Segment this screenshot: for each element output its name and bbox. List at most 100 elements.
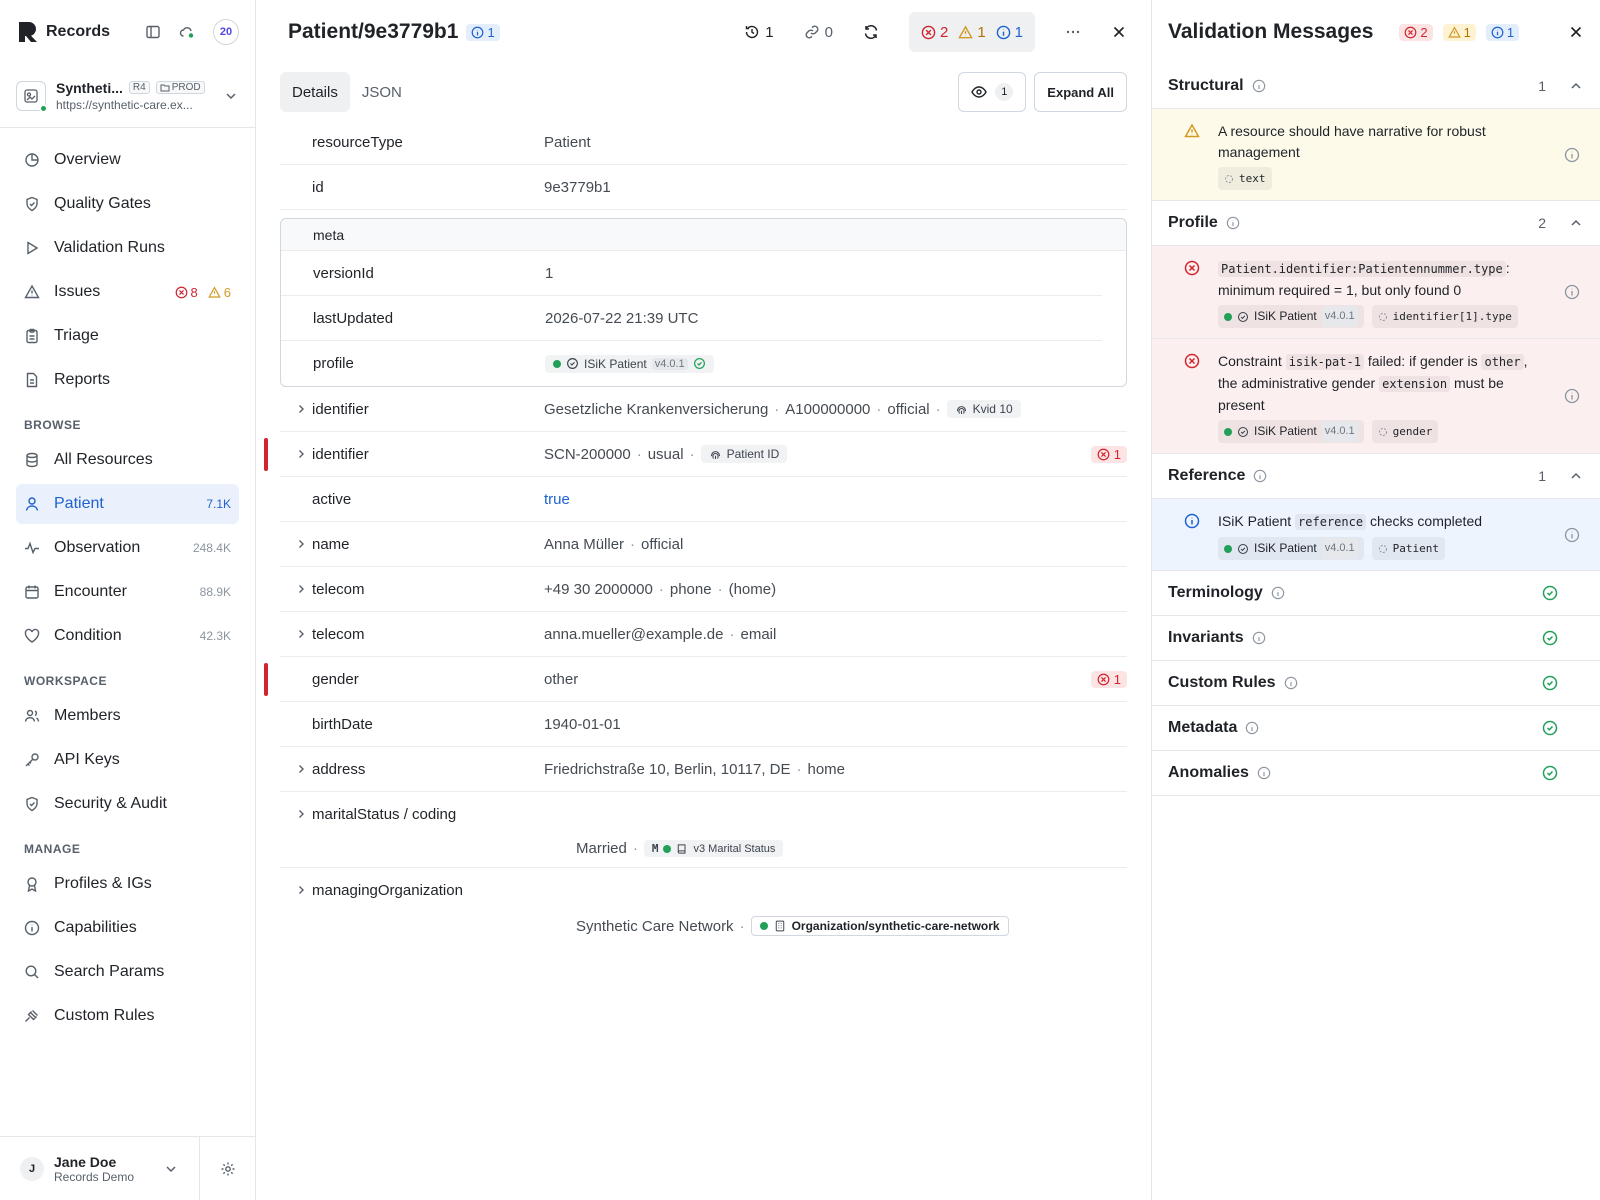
group-anomalies[interactable]: Anomalies <box>1152 751 1600 796</box>
tab-details[interactable]: Details <box>280 72 350 112</box>
nav-label: Members <box>54 707 121 724</box>
notification-count-badge[interactable]: 20 <box>213 19 239 45</box>
close-icon[interactable] <box>1568 24 1584 40</box>
field-row-address[interactable]: address Friedrichstraße 10, Berlin, 10117… <box>280 747 1127 792</box>
field-row-maritalstatus[interactable]: maritalStatus / coding Married · Mv3 Mari… <box>280 792 1127 868</box>
field-row-telecom[interactable]: telecom anna.mueller@example.de · email <box>280 612 1127 657</box>
reference-link[interactable]: Organization/synthetic-care-network <box>750 916 1009 936</box>
page-title: Patient/9e3779b1 <box>288 20 459 43</box>
profile-version: v4.0.1 <box>1321 538 1358 559</box>
info-icon[interactable] <box>1564 147 1580 163</box>
nav-reports[interactable]: Reports <box>16 360 239 400</box>
error-icon <box>921 25 936 39</box>
nav-condition[interactable]: Condition 42.3K <box>16 616 239 656</box>
field-value: 1 <box>545 264 554 282</box>
identifier-use: official <box>887 400 930 418</box>
sidebar-toggle-icon[interactable] <box>145 24 161 40</box>
resource-count: 88.9K <box>199 585 231 599</box>
nav-members[interactable]: Members <box>16 696 239 736</box>
nav-observation[interactable]: Observation 248.4K <box>16 528 239 568</box>
message-code: Patient.identifier:Patientennummer.type <box>1218 261 1506 277</box>
nav-security-audit[interactable]: Security & Audit <box>16 784 239 824</box>
field-error-badge[interactable]: 1 <box>1090 670 1127 688</box>
nav-profiles-igs[interactable]: Profiles & IGs <box>16 864 239 904</box>
group-custom-rules[interactable]: Custom Rules <box>1152 661 1600 706</box>
nav-api-keys[interactable]: API Keys <box>16 740 239 780</box>
resource-count: 248.4K <box>192 541 231 555</box>
nav-overview[interactable]: Overview <box>16 140 239 180</box>
nav-label: All Resources <box>54 451 153 468</box>
gear-icon[interactable] <box>220 1161 236 1177</box>
path-icon <box>1225 174 1233 183</box>
chevron-right-icon <box>299 540 304 548</box>
validation-message[interactable]: Constraint isik-pat-1 failed: if gender … <box>1152 338 1600 453</box>
info-icon <box>1252 631 1265 645</box>
panel-error-badge[interactable]: 2 <box>1399 23 1433 41</box>
field-value: anna.mueller@example.de <box>544 625 724 643</box>
telecom-use: (home) <box>728 580 777 598</box>
workspace-switcher[interactable]: Syntheti... R4 PROD https://synthetic-care… <box>0 64 255 128</box>
nav-capabilities[interactable]: Capabilities <box>16 908 239 948</box>
profile-version: v4.0.1 <box>651 357 688 370</box>
identifier-system: Gesetzliche Krankenversicherung <box>544 400 769 418</box>
heart-icon <box>24 628 40 643</box>
field-row-identifier[interactable]: identifier Gesetzliche Krankenversicheru… <box>280 387 1127 432</box>
field-row-managingorganization[interactable]: managingOrganization Synthetic Care Netw… <box>280 868 1127 946</box>
nav-all-resources[interactable]: All Resources <box>16 440 239 480</box>
refresh-icon[interactable] <box>863 24 879 40</box>
view-toggle-button[interactable]: 1 <box>958 72 1027 112</box>
nav-issues[interactable]: Issues 8 6 <box>16 272 239 312</box>
info-badge[interactable]: 1 <box>466 23 500 41</box>
validation-message[interactable]: A resource should have narrative for rob… <box>1152 108 1600 200</box>
group-header[interactable]: Reference 1 <box>1152 454 1600 498</box>
info-icon[interactable] <box>1564 284 1580 300</box>
book-icon <box>678 843 686 854</box>
group-profile: Profile 2 Patient.identifier:Patientennum… <box>1152 201 1600 454</box>
cloud-status-icon[interactable] <box>179 24 195 40</box>
info-icon[interactable] <box>1564 527 1580 543</box>
logo[interactable]: Records <box>16 20 110 44</box>
coding-chip[interactable]: Mv3 Marital Status <box>643 840 784 857</box>
nav-validation-runs[interactable]: Validation Runs <box>16 228 239 268</box>
group-invariants[interactable]: Invariants <box>1152 616 1600 661</box>
profile-name: ISiK Patient <box>584 356 647 371</box>
error-icon <box>1097 673 1110 685</box>
panel-info-badge[interactable]: 1 <box>1485 23 1520 41</box>
group-terminology[interactable]: Terminology <box>1152 571 1600 616</box>
field-value: other <box>544 670 579 688</box>
field-row-name[interactable]: name Anna Müller · official <box>280 522 1127 567</box>
panel-title: Validation Messages <box>1168 20 1374 43</box>
error-icon <box>1184 260 1200 276</box>
info-icon <box>1271 586 1285 600</box>
nav-quality-gates[interactable]: Quality Gates <box>16 184 239 224</box>
close-icon[interactable] <box>1111 24 1127 40</box>
field-key: identifier <box>312 445 369 463</box>
nav-encounter[interactable]: Encounter 88.9K <box>16 572 239 612</box>
expand-all-button[interactable]: Expand All <box>1034 72 1127 112</box>
nav-custom-rules[interactable]: Custom Rules <box>16 996 239 1036</box>
group-metadata[interactable]: Metadata <box>1152 706 1600 751</box>
profile-chip[interactable]: ISiK Patient v4.0.1 <box>545 354 714 373</box>
field-row-identifier[interactable]: identifier SCN-200000 · usual · Patient ID … <box>264 432 1127 477</box>
history-button[interactable]: 1 <box>744 24 774 41</box>
nav-triage[interactable]: Triage <box>16 316 239 356</box>
group-label: Custom Rules <box>1168 674 1276 691</box>
nav-search-params[interactable]: Search Params <box>16 952 239 992</box>
panel-warning-badge[interactable]: 1 <box>1442 23 1476 41</box>
more-options-icon[interactable] <box>1065 24 1081 40</box>
field-value: 9e3779b1 <box>544 178 611 196</box>
group-header[interactable]: Structural 1 <box>1152 64 1600 108</box>
field-value: Anna Müller <box>544 535 625 553</box>
validation-summary-button[interactable]: 2 1 1 <box>908 12 1035 52</box>
group-header[interactable]: Profile 2 <box>1152 201 1600 245</box>
validation-message[interactable]: Patient.identifier:Patientennummer.type:… <box>1152 245 1600 338</box>
profile-chip: ISiK Patient v4.0.1 <box>1218 305 1364 328</box>
field-row-telecom[interactable]: telecom +49 30 2000000 · phone · (home) <box>280 567 1127 612</box>
validation-message[interactable]: ISiK Patient reference checks completed … <box>1152 498 1600 570</box>
info-icon[interactable] <box>1564 388 1580 404</box>
nav-patient[interactable]: Patient 7.1K <box>16 484 239 524</box>
field-error-badge[interactable]: 1 <box>1090 445 1127 463</box>
links-button[interactable]: 0 <box>804 24 833 41</box>
tab-json[interactable]: JSON <box>350 72 414 112</box>
user-menu[interactable]: J Jane Doe Records Demo <box>0 1137 200 1200</box>
